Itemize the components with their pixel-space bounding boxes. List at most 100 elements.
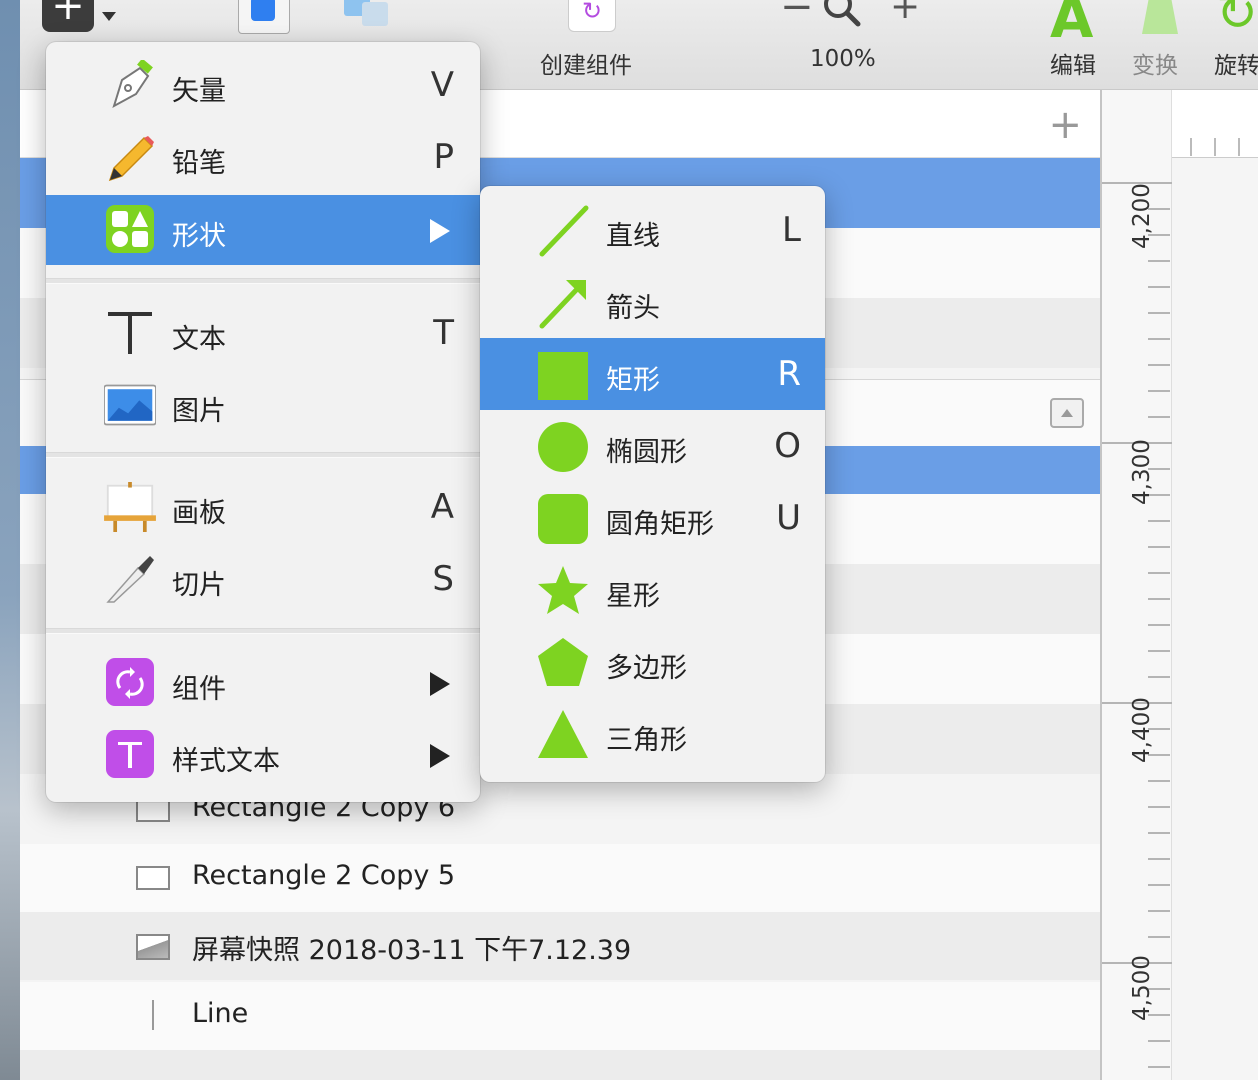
- menu-item-pencil[interactable]: 铅笔 P: [46, 122, 480, 192]
- polygon-icon: [538, 638, 588, 686]
- layer-row[interactable]: [20, 1050, 1100, 1080]
- menu-item-artboard[interactable]: 画板 A: [46, 472, 480, 542]
- submenu-item-rounded-rectangle[interactable]: 圆角矩形 U: [480, 482, 825, 554]
- collapse-icon[interactable]: [1050, 398, 1084, 428]
- edit-icon: A: [1050, 0, 1094, 51]
- menu-item-symbol[interactable]: 组件: [46, 648, 480, 718]
- shortcut-key: P: [433, 137, 454, 177]
- ruler-tick: [1148, 598, 1170, 600]
- create-symbol-button[interactable]: 创建组件: [540, 46, 632, 80]
- text-style-icon: [106, 730, 154, 778]
- submenu-item-label: 星形: [606, 581, 660, 612]
- submenu-item-triangle[interactable]: 三角形: [480, 698, 825, 770]
- rotate-button[interactable]: 旋转: [1214, 46, 1258, 80]
- ruler-tick: [1190, 138, 1192, 156]
- transform-button[interactable]: 变换: [1132, 46, 1178, 80]
- rotate-icon: ↻: [1216, 0, 1258, 42]
- rectangle-icon: [538, 352, 588, 400]
- zoom-in-button[interactable]: +: [890, 0, 920, 27]
- edit-button[interactable]: 编辑: [1050, 46, 1096, 80]
- menu-item-slice[interactable]: 切片 S: [46, 544, 480, 614]
- pencil-icon: [108, 136, 154, 182]
- submenu-item-label: 三角形: [606, 725, 687, 756]
- submenu-item-rectangle[interactable]: 矩形 R: [480, 338, 825, 410]
- list-item[interactable]: Rectangle 2 Copy 5: [20, 844, 1100, 912]
- plus-icon: +: [51, 0, 85, 29]
- group-icon[interactable]: [238, 0, 290, 34]
- ruler-tick: [1148, 624, 1170, 626]
- submenu-item-arrow[interactable]: 箭头: [480, 266, 825, 338]
- menu-item-label: 矢量: [172, 76, 226, 107]
- submenu-item-label: 椭圆形: [606, 437, 687, 468]
- canvas[interactable]: [1172, 158, 1258, 1080]
- line-icon: [539, 205, 589, 257]
- submenu-item-label: 圆角矩形: [606, 509, 714, 540]
- ruler-label: 4,400: [1129, 697, 1155, 763]
- shortcut-key: T: [433, 313, 454, 353]
- menu-item-image[interactable]: 图片: [46, 370, 480, 440]
- submenu-item-line[interactable]: 直线 L: [480, 194, 825, 266]
- ruler-tick: [1148, 286, 1170, 288]
- oval-icon: [538, 422, 588, 472]
- submenu-item-label: 箭头: [606, 293, 660, 324]
- triangle-icon: [538, 710, 588, 758]
- submenu-item-oval[interactable]: 椭圆形 O: [480, 410, 825, 482]
- menu-item-label: 切片: [172, 570, 226, 601]
- list-item[interactable]: 屏幕快照 2018-03-11 下午7.12.39: [20, 912, 1100, 980]
- menu-item-label: 组件: [172, 674, 226, 705]
- submenu-arrow-icon: [430, 219, 450, 243]
- ruler-tick: [1148, 416, 1170, 418]
- submenu-item-star[interactable]: 星形: [480, 554, 825, 626]
- zoom-out-button[interactable]: −: [780, 0, 814, 30]
- ruler-label: 4,500: [1129, 955, 1155, 1021]
- ruler-label: 4,300: [1129, 439, 1155, 505]
- list-item[interactable]: Line: [20, 982, 1100, 1050]
- menu-item-shape[interactable]: 形状: [46, 195, 480, 265]
- ruler-tick: [1148, 806, 1170, 808]
- menu-divider: [46, 628, 480, 634]
- rectangle-icon: [136, 866, 170, 890]
- ruler-label: 4,200: [1129, 183, 1155, 249]
- shortcut-key: S: [432, 559, 454, 599]
- arrow-icon: [539, 280, 586, 329]
- ruler-tick: [1214, 138, 1216, 156]
- menu-item-label: 样式文本: [172, 746, 280, 777]
- shape-submenu: 直线 L 箭头 矩形 R 椭圆形 O 圆角矩形 U 星形 多边形 三角形: [480, 186, 825, 782]
- shortcut-key: V: [430, 65, 454, 105]
- zoom-level[interactable]: 100%: [810, 46, 876, 72]
- ruler-tick: [1148, 676, 1170, 678]
- submenu-arrow-icon: [430, 672, 450, 696]
- ruler-tick: [1148, 936, 1170, 938]
- ruler-tick: [1148, 910, 1170, 912]
- image-icon: [136, 934, 170, 960]
- menu-item-label: 画板: [172, 498, 226, 529]
- shortcut-key: O: [774, 426, 801, 466]
- submenu-item-label: 矩形: [606, 365, 660, 396]
- menu-item-label: 文本: [172, 324, 226, 355]
- add-button[interactable]: +: [1048, 102, 1082, 148]
- desktop-background: [0, 0, 20, 1080]
- shortcut-key: U: [776, 498, 801, 538]
- chevron-down-icon[interactable]: [102, 12, 116, 21]
- ruler-tick: [1148, 832, 1170, 834]
- rounded-rectangle-icon: [538, 494, 588, 544]
- ruler-tick: [1148, 338, 1170, 340]
- layer-name: Rectangle 2 Copy 5: [192, 860, 456, 891]
- menu-item-label: 图片: [172, 396, 226, 427]
- shortcut-key: L: [782, 210, 801, 250]
- ruler-tick: [1148, 312, 1170, 314]
- submenu-item-polygon[interactable]: 多边形: [480, 626, 825, 698]
- shortcut-key: A: [430, 487, 454, 527]
- ruler-tick: [1148, 390, 1170, 392]
- ruler-tick: [1148, 1040, 1170, 1042]
- menu-item-vector[interactable]: 矢量 V: [46, 50, 480, 120]
- ungroup-icon[interactable]: [340, 0, 394, 32]
- menu-item-text-style[interactable]: 样式文本: [46, 720, 480, 790]
- layer-name: Line: [192, 998, 249, 1029]
- create-symbol-icon[interactable]: ↻: [568, 0, 616, 32]
- menu-item-text[interactable]: 文本 T: [46, 298, 480, 368]
- insert-menu: 矢量 V 铅笔 P 形状 文本 T 图片 画板 A 切片 S 组件 样式文本: [46, 42, 480, 802]
- ruler-tick: [1148, 520, 1170, 522]
- ruler-tick: [1148, 650, 1170, 652]
- insert-button[interactable]: +: [42, 0, 94, 32]
